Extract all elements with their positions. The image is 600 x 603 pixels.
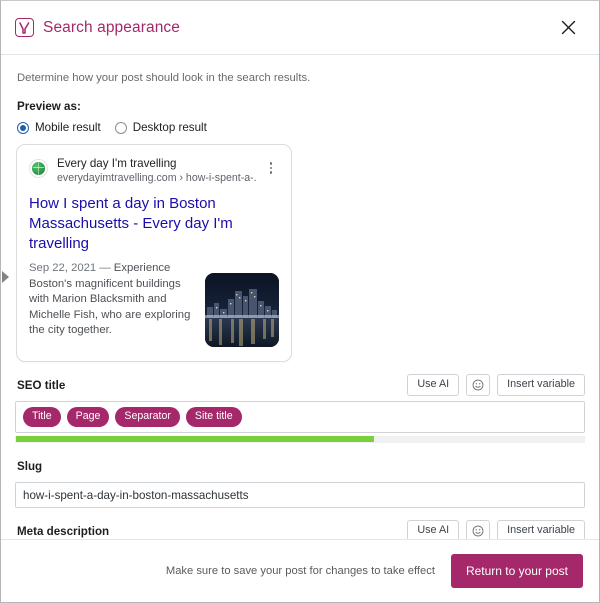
return-to-post-button[interactable]: Return to your post (450, 554, 583, 588)
slug-header: Slug (15, 455, 585, 477)
smiley-icon[interactable] (466, 374, 491, 396)
meta-description-label: Meta description (17, 524, 110, 538)
seo-title-insert-variable-button[interactable]: Insert variable (497, 374, 585, 396)
page-title: Search appearance (43, 18, 180, 36)
preview-date: Sep 22, 2021 (29, 262, 97, 274)
preview-as-label: Preview as: (17, 100, 81, 113)
slug-block: Slug how-i-spent-a-day-in-boston-massach… (15, 455, 585, 508)
seo-title-progress-bar (15, 436, 585, 443)
meta-description-block: Meta description Use AI Insert variable (15, 520, 585, 539)
seo-title-block: SEO title Use AI Insert variable Title P… (15, 374, 585, 443)
preview-site-info: Every day I'm travelling everydayimtrave… (57, 157, 257, 185)
radio-mobile-result[interactable]: Mobile result (17, 121, 101, 134)
more-options-icon[interactable] (263, 157, 279, 174)
preview-thumbnail-image (205, 273, 279, 347)
seo-title-actions: Use AI Insert variable (407, 374, 585, 396)
preview-date-dash: — (99, 262, 111, 274)
seo-title-label: SEO title (17, 378, 66, 392)
radio-desktop-result[interactable]: Desktop result (114, 121, 207, 134)
preview-description-row: Sep 22, 2021 — Experience Boston's magni… (29, 261, 279, 347)
search-result-preview-card: Every day I'm travelling everydayimtrave… (16, 144, 292, 362)
preview-as-radio-group: Mobile result Desktop result (17, 121, 585, 134)
meta-description-header: Meta description Use AI Insert variable (15, 520, 585, 539)
seo-title-use-ai-button[interactable]: Use AI (407, 374, 460, 396)
seo-title-tag-page[interactable]: Page (66, 407, 110, 427)
radio-circle-icon (114, 121, 127, 134)
preview-card-header: Every day I'm travelling everydayimtrave… (29, 157, 279, 185)
seo-title-input[interactable]: Title Page Separator Site title (15, 401, 585, 433)
intro-text: Determine how your post should look in t… (17, 72, 311, 84)
preview-title[interactable]: How I spent a day in Boston Massachusett… (29, 194, 279, 254)
radio-circle-icon (17, 121, 29, 134)
meta-description-use-ai-button[interactable]: Use AI (407, 520, 460, 539)
slug-label: Slug (17, 459, 43, 473)
seo-title-tag-separator[interactable]: Separator (115, 407, 180, 427)
close-icon[interactable] (553, 13, 583, 43)
footer-note: Make sure to save your post for changes … (165, 565, 435, 577)
preview-url: everydayimtravelling.com › how-i-spent-a… (57, 172, 257, 184)
globe-favicon-icon (29, 159, 48, 178)
smiley-icon[interactable] (466, 520, 491, 539)
slug-value: how-i-spent-a-day-in-boston-massachusett… (23, 488, 249, 502)
modal-footer: Make sure to save your post for changes … (1, 539, 599, 602)
modal-body: Determine how your post should look in t… (1, 55, 599, 539)
search-appearance-modal: Search appearance Determine how your pos… (0, 0, 600, 603)
seo-title-tag-site-title[interactable]: Site title (185, 407, 242, 427)
meta-description-insert-variable-button[interactable]: Insert variable (497, 520, 585, 539)
meta-description-actions: Use AI Insert variable (407, 520, 585, 539)
seo-title-header: SEO title Use AI Insert variable (15, 374, 585, 396)
seo-title-tag-title[interactable]: Title (23, 407, 61, 427)
seo-title-progress-fill (16, 436, 374, 442)
radio-desktop-result-label: Desktop result (132, 121, 207, 134)
slug-input[interactable]: how-i-spent-a-day-in-boston-massachusett… (15, 482, 585, 508)
radio-mobile-result-label: Mobile result (35, 121, 101, 134)
preview-site-name: Every day I'm travelling (57, 157, 177, 170)
preview-description: Sep 22, 2021 — Experience Boston's magni… (29, 261, 205, 339)
modal-header: Search appearance (1, 1, 599, 55)
yoast-logo-icon (15, 18, 34, 37)
scroll-pointer-icon (2, 271, 9, 283)
